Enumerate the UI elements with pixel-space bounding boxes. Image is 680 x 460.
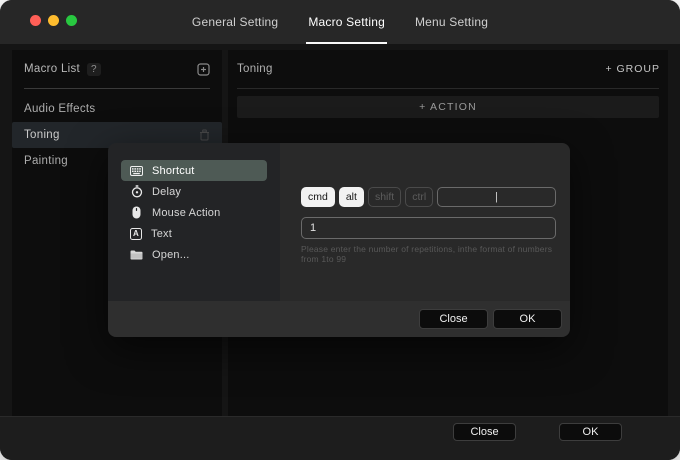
add-group-button[interactable]: + GROUP	[605, 63, 660, 75]
action-dialog-footer: Close OK	[108, 301, 570, 337]
modifier-ctrl-button[interactable]: ctrl	[405, 187, 433, 207]
menu-item-label: Open...	[152, 249, 189, 261]
settings-tabs: General Setting Macro Setting Menu Setti…	[0, 0, 680, 44]
menu-item-mouse-action[interactable]: Mouse Action	[121, 202, 267, 223]
menu-item-label: Delay	[152, 186, 181, 198]
shortcut-config-panel: cmd alt shift ctrl | Please enter the nu…	[280, 143, 570, 301]
settings-window: General Setting Macro Setting Menu Setti…	[0, 0, 680, 460]
titlebar: General Setting Macro Setting Menu Setti…	[0, 0, 680, 44]
menu-item-open[interactable]: Open...	[121, 244, 267, 265]
macro-detail-divider	[237, 88, 659, 89]
tab-macro-setting[interactable]: Macro Setting	[306, 0, 387, 44]
menu-item-text[interactable]: A Text	[121, 223, 267, 244]
tab-menu-setting[interactable]: Menu Setting	[413, 0, 490, 44]
dialog-close-button[interactable]: Close	[419, 309, 488, 329]
add-macro-button[interactable]	[197, 63, 210, 76]
menu-item-label: Mouse Action	[152, 207, 220, 219]
shortcut-key-input[interactable]: |	[437, 187, 556, 207]
menu-item-delay[interactable]: Delay	[121, 181, 267, 202]
action-dialog: Shortcut Delay	[108, 143, 570, 337]
action-type-menu: Shortcut Delay	[108, 143, 280, 301]
tab-general-setting[interactable]: General Setting	[190, 0, 280, 44]
mouse-icon	[130, 206, 143, 219]
repeat-helper-text: Please enter the number of repetitions, …	[301, 244, 560, 264]
add-action-button[interactable]: + ACTION	[237, 96, 659, 118]
macro-item-label: Painting	[24, 155, 68, 167]
delete-macro-button[interactable]	[199, 129, 210, 141]
macro-detail-header: Toning + GROUP	[237, 50, 660, 88]
trash-icon	[199, 129, 210, 141]
menu-item-label: Text	[151, 228, 172, 240]
macro-item-label: Audio Effects	[24, 103, 95, 115]
text-icon: A	[130, 228, 142, 240]
menu-item-shortcut[interactable]: Shortcut	[121, 160, 267, 181]
menu-item-label: Shortcut	[152, 165, 195, 177]
sidebar-title: Macro List	[24, 63, 80, 75]
folder-icon	[130, 249, 143, 260]
macro-detail-title: Toning	[237, 63, 273, 75]
text-cursor: |	[495, 191, 498, 203]
window-footer: Close OK	[0, 416, 680, 460]
macro-item-audio-effects[interactable]: Audio Effects	[12, 96, 222, 122]
modifier-row: cmd alt shift ctrl |	[301, 187, 556, 207]
window-close-button[interactable]: Close	[453, 423, 516, 441]
modifier-alt-button[interactable]: alt	[339, 187, 364, 207]
window-ok-button[interactable]: OK	[559, 423, 622, 441]
plus-icon	[197, 63, 210, 76]
dialog-ok-button[interactable]: OK	[493, 309, 562, 329]
sidebar-divider	[24, 88, 210, 89]
stopwatch-icon	[130, 185, 143, 198]
help-icon[interactable]: ?	[87, 63, 101, 76]
sidebar-header: Macro List ?	[12, 50, 222, 88]
modifier-cmd-button[interactable]: cmd	[301, 187, 335, 207]
action-dialog-body: Shortcut Delay	[108, 143, 570, 301]
repeat-count-input[interactable]	[301, 217, 556, 239]
modifier-shift-button[interactable]: shift	[368, 187, 401, 207]
keyboard-icon	[130, 166, 143, 176]
macro-item-label: Toning	[24, 129, 60, 141]
